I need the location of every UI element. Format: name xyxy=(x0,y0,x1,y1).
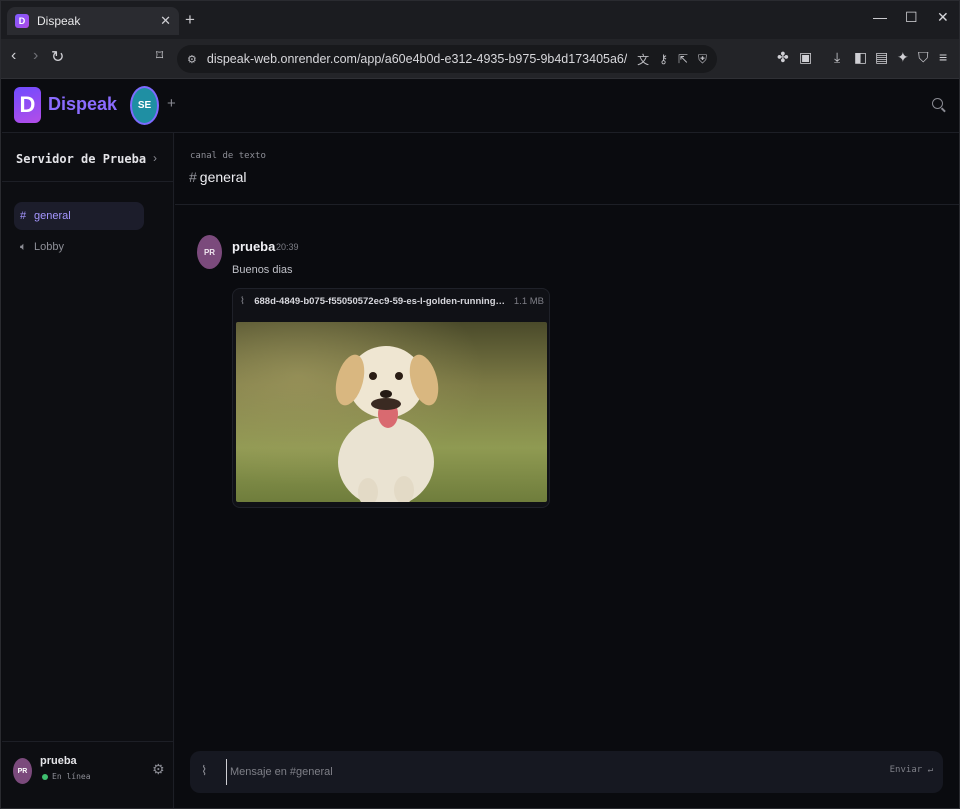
channel-type: canal de texto xyxy=(190,151,266,161)
chat-area: canal de texto # general PR prueba 20:39 … xyxy=(175,133,959,808)
url-text: dispeak-web.onrender.com/app/a60e4b0d-e3… xyxy=(206,52,628,66)
shield-icon[interactable]: ⛨ xyxy=(698,52,707,67)
status-text: En línea xyxy=(52,772,91,781)
attachment-header: ⌇ 688d-4849-b075-f55050572ec9-59-es-l-go… xyxy=(240,296,544,307)
search-icon[interactable] xyxy=(932,98,943,109)
channel-name: general xyxy=(199,169,247,185)
menu-icon[interactable]: ≡ xyxy=(939,49,947,65)
reload-icon[interactable]: ↻ xyxy=(51,47,64,67)
app-name: Dispeak xyxy=(48,94,118,114)
hash-icon: # xyxy=(189,169,197,185)
message-timestamp: 20:39 xyxy=(276,242,299,252)
gear-icon[interactable]: ⚙ xyxy=(152,761,165,778)
message-input[interactable] xyxy=(226,759,846,785)
back-icon[interactable]: ‹ xyxy=(11,47,16,65)
site-settings-icon[interactable]: ⚙ xyxy=(187,53,197,66)
download-icon[interactable]: ⤓ xyxy=(834,49,840,66)
attach-file-icon[interactable]: ⌇ xyxy=(201,763,207,779)
chevron-right-icon[interactable]: › xyxy=(153,151,157,165)
user-panel: PR prueba En línea ⚙ xyxy=(2,741,174,808)
server-avatar[interactable]: SE xyxy=(130,86,159,125)
avatar[interactable]: PR xyxy=(197,235,222,269)
message-text: Buenos dias xyxy=(232,264,293,276)
channel-item-general[interactable]: # general xyxy=(14,202,144,230)
channel-item-lobby[interactable]: 🔈︎ Lobby xyxy=(14,233,144,261)
reader-icon[interactable]: ▣ xyxy=(799,49,812,66)
attachment-size: 1.1 MB xyxy=(513,296,544,307)
add-server-button[interactable]: + xyxy=(167,95,176,112)
key-icon[interactable]: ⚷ xyxy=(659,52,668,66)
hash-icon: # xyxy=(20,210,27,222)
channel-label: Lobby xyxy=(34,241,64,253)
app-header: D Dispeak SE + xyxy=(2,79,959,133)
close-window-icon[interactable]: ✕ xyxy=(937,9,949,26)
minimize-icon[interactable]: — xyxy=(873,9,887,25)
forward-icon[interactable]: › xyxy=(33,47,38,65)
new-tab-icon[interactable]: + xyxy=(185,10,195,30)
share-icon[interactable]: ⇱ xyxy=(678,52,688,66)
speaker-icon: 🔈︎ xyxy=(20,240,27,253)
tab-title: Dispeak xyxy=(37,14,81,28)
send-button[interactable]: Enviar ↵ xyxy=(890,765,933,775)
online-status-icon xyxy=(42,774,48,780)
dispeak-favicon-icon: D xyxy=(15,14,29,28)
extensions-icon[interactable]: ✤ xyxy=(777,49,789,66)
image-attachment[interactable]: ⌇ 688d-4849-b075-f55050572ec9-59-es-l-go… xyxy=(232,288,550,508)
user-name: prueba xyxy=(40,755,77,767)
attachment-filename[interactable]: 688d-4849-b075-f55050572ec9-59-es-l-gold… xyxy=(254,296,508,307)
message-composer: ⌇ Enviar ↵ xyxy=(190,751,943,793)
avatar[interactable]: PR xyxy=(13,758,32,784)
bookmark-icon[interactable]: ⌑ xyxy=(156,47,163,64)
close-tab-icon[interactable]: ✕ xyxy=(160,13,171,29)
server-name: Servidor de Prueba xyxy=(16,152,147,166)
page-title: # general xyxy=(189,169,247,185)
message-author[interactable]: prueba xyxy=(232,239,275,254)
browser-tab[interactable]: D Dispeak ✕ xyxy=(7,7,179,35)
translate-icon[interactable]: 文 xyxy=(637,51,649,68)
tab-strip: D Dispeak ✕ + — ☐ ✕ xyxy=(1,1,959,39)
browser-toolbar: ‹ › ↻ ⌑ ⚙ dispeak-web.onrender.com/app/a… xyxy=(1,39,959,79)
address-bar[interactable]: ⚙ dispeak-web.onrender.com/app/a60e4b0d-… xyxy=(177,45,717,73)
paperclip-icon: ⌇ xyxy=(240,296,245,307)
puppy-photo xyxy=(236,322,547,502)
ai-icon[interactable]: ✦ xyxy=(897,49,909,66)
maximize-icon[interactable]: ☐ xyxy=(905,9,918,26)
vpn-icon[interactable]: ⛉ xyxy=(918,49,929,66)
sidebar-toggle-icon[interactable]: ◧ xyxy=(854,49,867,66)
channel-sidebar: Servidor de Prueba › # general 🔈︎ Lobby … xyxy=(2,133,174,808)
dispeak-logo-icon: D xyxy=(14,87,41,123)
divider xyxy=(2,181,174,182)
channel-header: canal de texto # general xyxy=(175,133,959,205)
channel-label: general xyxy=(34,210,71,222)
attachment-image[interactable] xyxy=(236,322,547,502)
browser-window: D Dispeak ✕ + — ☐ ✕ ‹ › ↻ ⌑ ⚙ dispeak-we… xyxy=(0,0,960,809)
dispeak-app: D Dispeak SE + Servidor de Prueba › # ge… xyxy=(2,79,959,808)
wallet-icon[interactable]: ▤ xyxy=(875,49,888,66)
